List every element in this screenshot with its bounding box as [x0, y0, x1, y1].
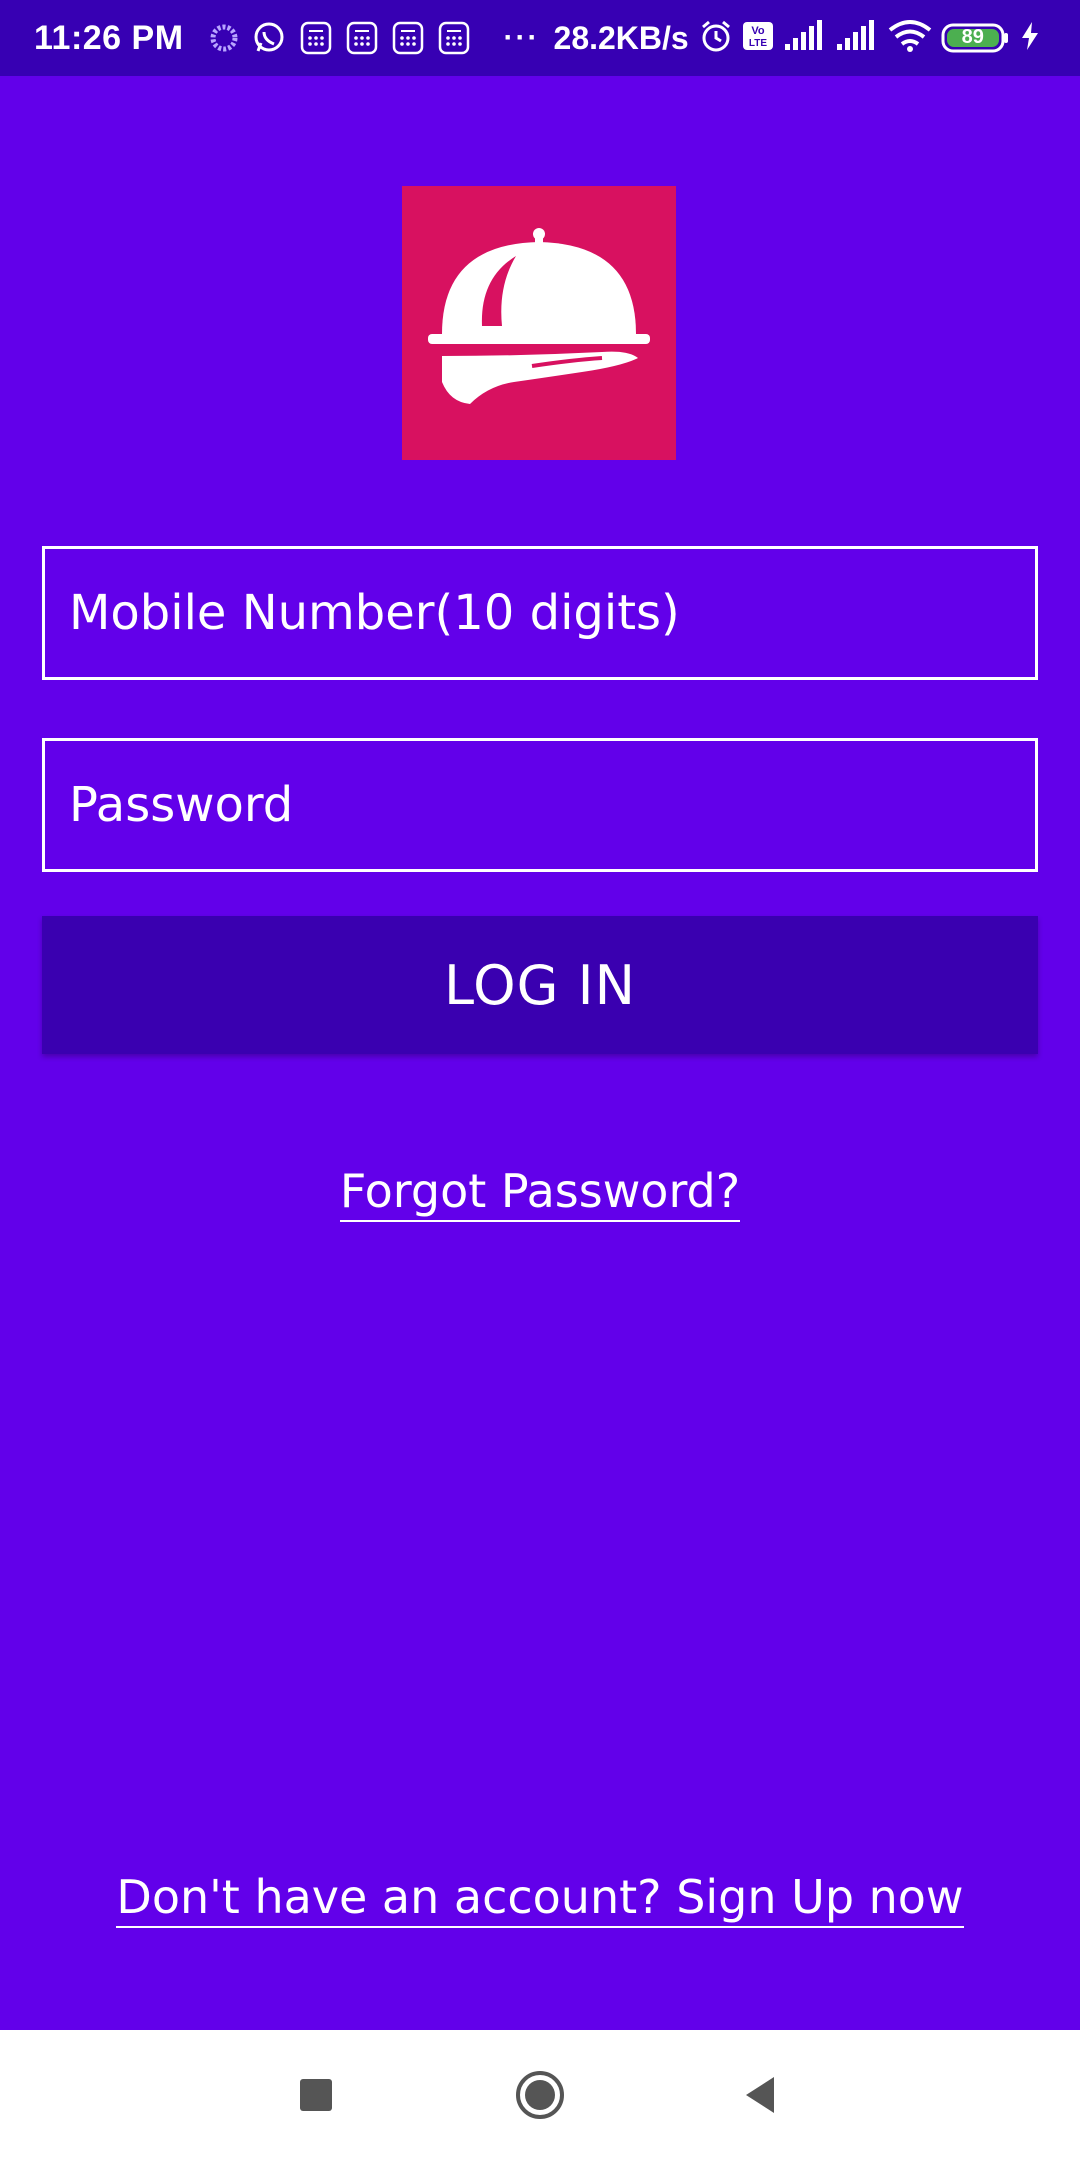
login-button[interactable]: LOG IN — [42, 916, 1038, 1054]
more-notifications-indicator: ··· — [503, 21, 540, 54]
battery-icon: 89 — [941, 22, 1011, 54]
mobile-number-field[interactable] — [42, 546, 1038, 680]
signup-container: Don't have an account? Sign Up now — [0, 1870, 1080, 1928]
triangle-back-icon — [746, 2077, 774, 2113]
network-speed: 28.2KB/s — [553, 19, 689, 56]
signal-icon — [835, 19, 879, 57]
back-button[interactable] — [700, 2030, 820, 2160]
calculator-icon — [438, 21, 470, 55]
status-time: 11:26 PM — [34, 18, 184, 57]
calculator-icon — [300, 21, 332, 55]
forgot-password-container: Forgot Password? — [0, 1164, 1080, 1222]
status-bar: 11:26 PM ··· 28.2KB/s Vo LTE 89 — [0, 0, 1080, 76]
home-button[interactable] — [480, 2030, 600, 2160]
calculator-icon — [392, 21, 424, 55]
loading-icon — [210, 24, 238, 52]
forgot-password-link[interactable]: Forgot Password? — [339, 1164, 741, 1222]
navigation-bar — [0, 2030, 1080, 2160]
signal-icon — [783, 19, 827, 57]
login-button-label: LOG IN — [444, 953, 636, 1017]
system-icons: Vo LTE 89 — [699, 19, 1041, 58]
battery-level: 89 — [961, 26, 984, 48]
charging-icon — [1019, 20, 1041, 57]
whatsapp-icon — [252, 21, 286, 55]
circle-icon — [516, 2071, 564, 2119]
mobile-number-input[interactable] — [69, 585, 1035, 641]
password-field[interactable] — [42, 738, 1038, 872]
svg-text:Vo: Vo — [751, 25, 765, 37]
food-cloche-hand-icon — [428, 228, 650, 404]
notification-icons — [210, 21, 470, 55]
alarm-icon — [699, 19, 733, 58]
svg-text:LTE: LTE — [749, 38, 767, 49]
volte-icon: Vo LTE — [741, 19, 775, 58]
square-icon — [300, 2079, 332, 2111]
password-input[interactable] — [69, 777, 1035, 833]
calculator-icon — [346, 21, 378, 55]
recent-apps-button[interactable] — [256, 2030, 376, 2160]
app-logo — [402, 186, 676, 460]
wifi-icon — [887, 19, 933, 58]
signup-link[interactable]: Don't have an account? Sign Up now — [116, 1870, 964, 1928]
